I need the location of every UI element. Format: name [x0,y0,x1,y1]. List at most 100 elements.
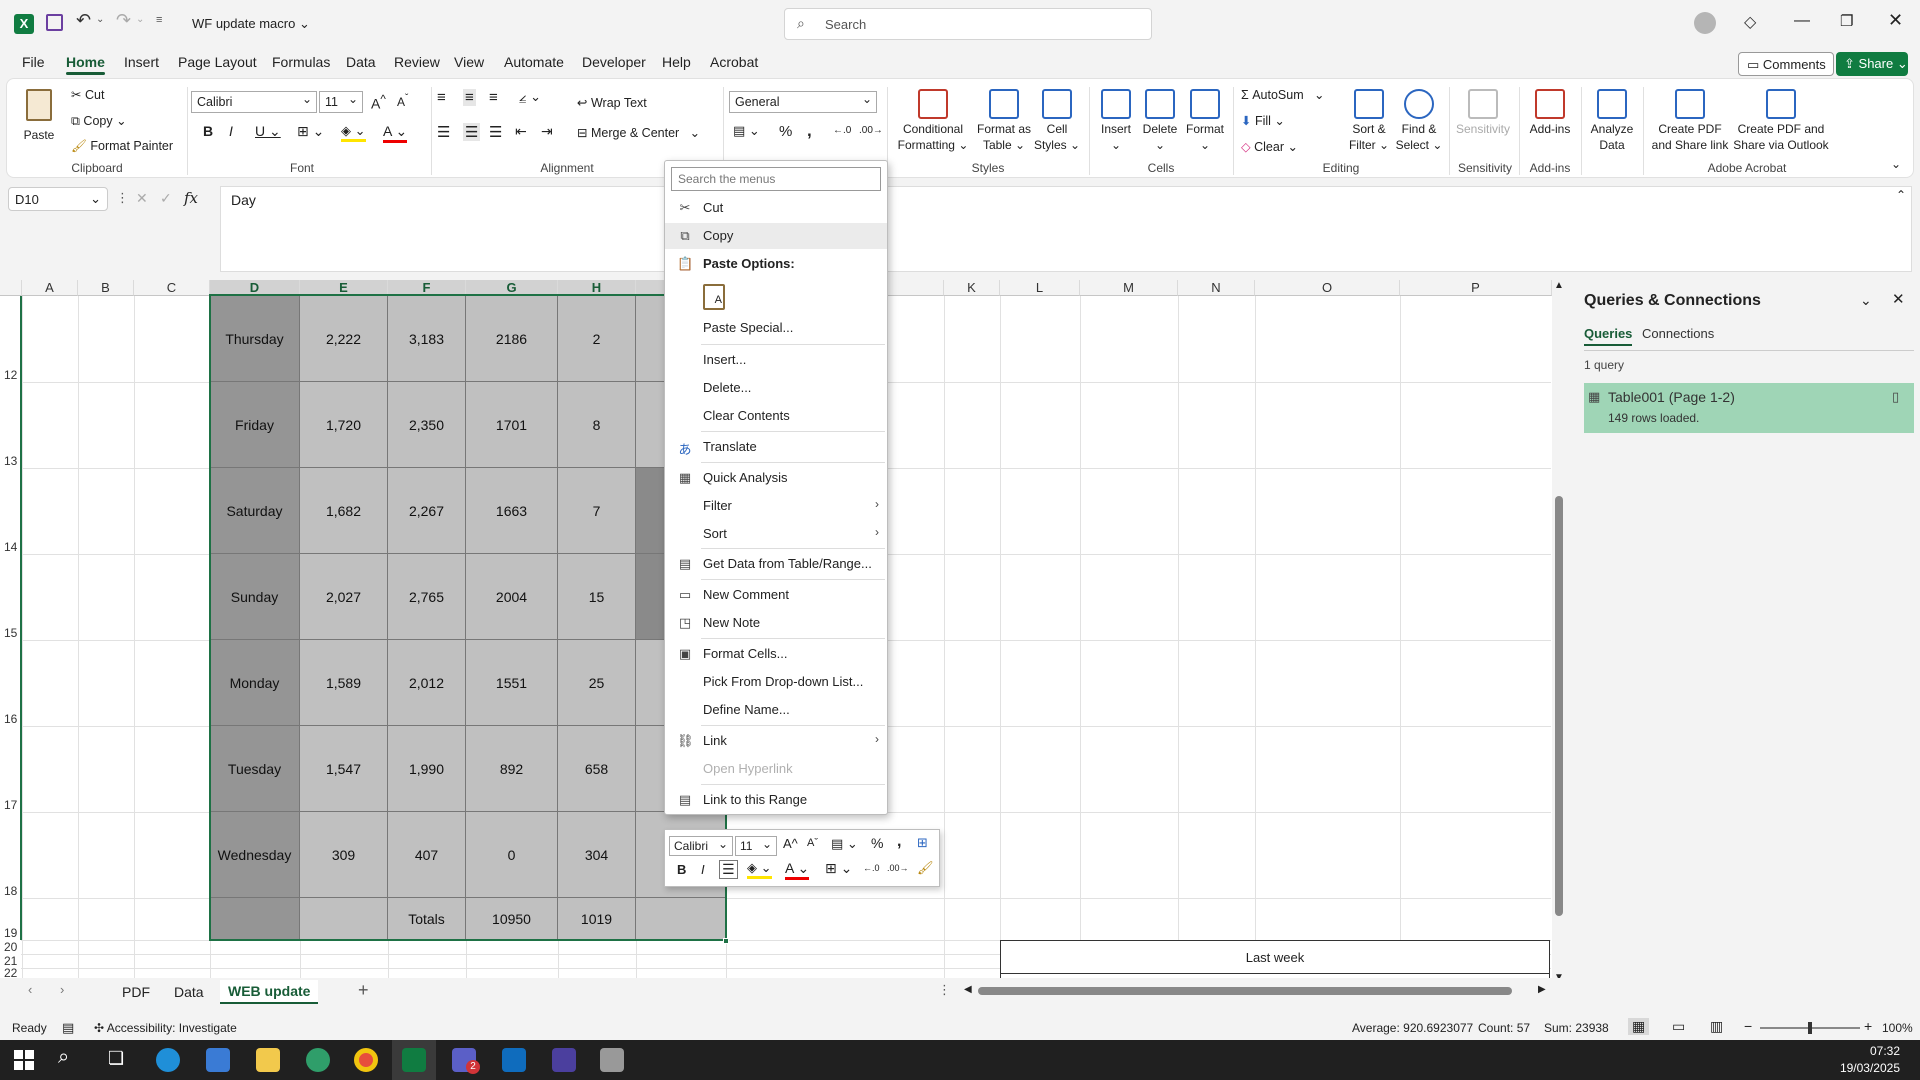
menu-format-cells[interactable]: ▣ Format Cells... [665,641,887,667]
mini-fill-color-icon[interactable]: ◈ ⌄ [747,860,772,879]
menu-new-note[interactable]: ◳ New Note [665,610,887,636]
mini-font-dropdown[interactable]: Calibri [669,836,733,856]
mini-borders-icon[interactable]: ⊞ ⌄ [825,860,852,877]
taskbar-search-icon[interactable]: ⌕ [58,1046,69,1069]
tab-formulas[interactable]: Formulas [272,54,330,70]
menu-delete[interactable]: Delete... [665,375,887,401]
macro-record-icon[interactable]: ▤ [62,1020,74,1036]
corner-select-all[interactable] [0,280,22,296]
menu-copy[interactable]: ⧉ Copy [665,223,887,249]
row-header-14[interactable]: 14 [0,540,21,554]
column-header-a[interactable]: A [22,280,78,296]
menu-cut[interactable]: ✂ Cut [665,195,887,221]
account-avatar[interactable] [1694,12,1716,34]
query-item[interactable]: ▦ Table001 (Page 1-2) 149 rows loaded. ▯ [1584,383,1914,433]
horizontal-scrollbar[interactable]: ◀ ▶ [962,984,1548,998]
document-title[interactable]: WF update macro ⌄ [192,16,310,32]
mini-decrease-decimal-icon[interactable]: .00→ [887,863,909,873]
increase-font-icon[interactable]: A^ [371,93,386,112]
restore-button[interactable]: ❐ [1840,12,1853,30]
h-scroll-thumb[interactable] [978,987,1512,995]
align-right-icon[interactable]: ☰ [489,123,502,141]
name-box[interactable]: D10 ⌄ [8,187,108,211]
vertical-scrollbar[interactable]: ▲ ▼ [1552,280,1566,988]
task-view-icon[interactable]: ❏ [108,1048,124,1069]
menu-search-input[interactable]: Search the menus [671,167,881,191]
store-icon[interactable] [206,1048,230,1072]
tab-insert[interactable]: Insert [124,54,159,70]
accessibility-status[interactable]: ✣ Accessibility: Investigate [94,1021,237,1035]
analyze-data-button[interactable]: Analyze Data [1587,89,1637,153]
file-explorer-icon[interactable] [256,1048,280,1072]
tab-data[interactable]: Data [346,54,376,70]
scroll-thumb[interactable] [1555,496,1563,916]
expand-formula-bar-icon[interactable]: ⌃ [1896,188,1906,202]
side-table-header[interactable]: Last week [1000,940,1550,974]
edge-icon[interactable] [156,1048,180,1072]
menu-clear-contents[interactable]: Clear Contents [665,403,887,429]
autosum-button[interactable]: Σ AutoSum ⌄ [1241,87,1325,102]
mini-grow-font-icon[interactable]: A^ [783,836,798,851]
clock-date[interactable]: 19/03/2025 [1836,1061,1900,1075]
next-sheet-icon[interactable]: › [60,982,64,997]
bold-button[interactable]: B [203,123,213,139]
tab-page-layout[interactable]: Page Layout [178,54,257,70]
mini-center-icon[interactable]: ☰ [719,860,738,879]
comments-button[interactable]: ▭ Comments [1738,52,1834,76]
refresh-icon[interactable]: ▯ [1892,389,1899,405]
bottom-align-icon[interactable]: ≡ [489,89,498,106]
italic-button[interactable]: I [229,123,233,139]
comma-icon[interactable]: , [807,121,812,141]
customize-toolbar-icon[interactable]: ≡ [156,14,162,26]
excel-taskbar-icon[interactable] [402,1048,426,1072]
tab-view[interactable]: View [454,54,484,70]
underline-button[interactable]: U ⌄ [255,123,281,140]
cut-button[interactable]: ✂ Cut [71,87,104,102]
prev-sheet-icon[interactable]: ‹ [28,982,32,997]
column-header-k[interactable]: K [944,280,1000,296]
insert-cells-button[interactable]: Insert ⌄ [1095,89,1137,153]
sheet-tab-web-update[interactable]: WEB update [220,980,319,1004]
currency-icon[interactable]: ▤ ⌄ [733,123,760,139]
zoom-in-icon[interactable]: + [1864,1018,1872,1034]
create-pdf-outlook-button[interactable]: Create PDF and Share via Outlook [1733,89,1829,153]
pane-options-icon[interactable]: ⌄ [1860,292,1872,309]
row-header-12[interactable]: 12 [0,368,21,382]
tab-developer[interactable]: Developer [582,54,646,70]
cell-styles-button[interactable]: Cell Styles ⌄ [1031,89,1083,153]
mini-currency-icon[interactable]: ▤ ⌄ [831,836,858,852]
middle-align-icon[interactable]: ≡ [463,89,476,106]
mini-size-dropdown[interactable]: 11 [735,836,777,856]
undo-dropdown-icon[interactable]: ⌄ [96,14,104,25]
clock-time[interactable]: 07:32 [1856,1044,1900,1058]
zoom-thumb[interactable] [1808,1022,1812,1034]
column-header-o[interactable]: O [1255,280,1400,296]
page-break-view-icon[interactable]: ▥ [1710,1018,1723,1035]
menu-link-to-range[interactable]: ▤ Link to this Range [665,787,887,813]
formula-input[interactable]: Day [220,186,1912,272]
zoom-slider[interactable] [1760,1022,1860,1034]
formula-bar-options-icon[interactable]: ⋮ [116,190,129,206]
column-header-l[interactable]: L [1000,280,1080,296]
column-header-m[interactable]: M [1080,280,1178,296]
format-painter-button[interactable]: 🖌 Format Painter [71,139,173,154]
orientation-icon[interactable]: ⦤ ⌄ [519,89,541,105]
mini-percent-icon[interactable]: % [871,835,883,851]
create-pdf-share-link-button[interactable]: Create PDF and Share link [1647,89,1733,153]
menu-pick-dropdown[interactable]: Pick From Drop-down List... [665,669,887,695]
undo-icon[interactable]: ↶ [76,10,91,31]
menu-filter[interactable]: Filter › [665,493,887,519]
app-icon[interactable] [552,1048,576,1072]
delete-cells-button[interactable]: Delete ⌄ [1139,89,1181,153]
mini-font-color-icon[interactable]: A ⌄ [785,860,810,880]
row-header-22[interactable]: 22 [0,966,21,978]
row-header-20[interactable]: 20 [0,940,21,954]
top-align-icon[interactable]: ≡ [437,89,446,106]
decrease-font-icon[interactable]: Aˇ [397,93,408,109]
zoom-level[interactable]: 100% [1882,1021,1913,1035]
wrap-text-button[interactable]: ↩ Wrap Text [577,95,647,110]
chrome-icon[interactable] [354,1048,378,1072]
column-header-c[interactable]: C [134,280,210,296]
menu-paste-special[interactable]: Paste Special... [665,315,887,341]
mini-comma-icon[interactable]: , [897,833,901,851]
